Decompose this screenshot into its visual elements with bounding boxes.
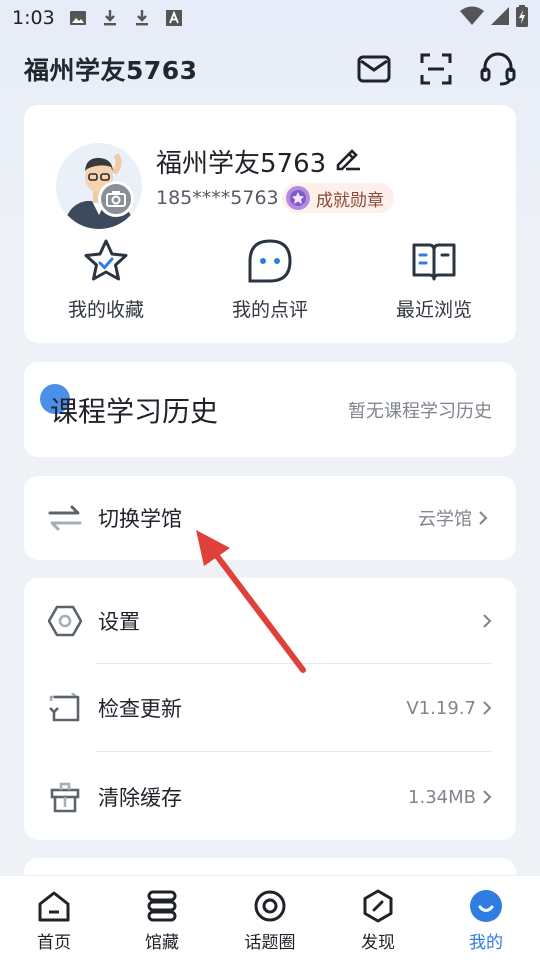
- chevron-right-icon: [483, 790, 492, 804]
- nav-topic-circle[interactable]: 话题圈: [216, 876, 324, 960]
- headset-icon: [480, 52, 516, 86]
- nav-home[interactable]: 首页: [0, 876, 108, 960]
- status-bar: 1:03: [0, 0, 540, 36]
- profile-name-row: 福州学友5763: [156, 143, 362, 180]
- edit-name-button[interactable]: [334, 144, 362, 179]
- camera-icon: [106, 191, 126, 207]
- nav-collection[interactable]: 馆藏: [108, 876, 216, 960]
- switch-library-value: 云学馆: [418, 505, 488, 531]
- settings-row[interactable]: 设置: [48, 578, 492, 664]
- course-history-title: 课程学习历史: [50, 394, 219, 428]
- switch-library-row[interactable]: 切换学馆 云学馆: [24, 476, 516, 560]
- my-reviews-button[interactable]: 我的点评: [200, 237, 340, 322]
- profile-card: 福州学友5763 185****5763 成就勋章 我的收藏 我的点评 最近浏览: [24, 105, 516, 343]
- divider: [96, 663, 492, 664]
- settings-label: 设置: [98, 610, 140, 634]
- image-notification-icon: [69, 9, 87, 27]
- badge-label: 成就勋章: [316, 190, 384, 211]
- chevron-right-icon: [479, 511, 488, 525]
- switch-library-label: 切换学馆: [98, 507, 182, 531]
- status-right-icons: [460, 4, 528, 32]
- version-text: V1.19.7: [406, 697, 476, 719]
- mail-icon: [357, 55, 391, 83]
- quick-actions: 我的收藏 我的点评 最近浏览: [24, 237, 516, 322]
- current-library: 云学馆: [418, 509, 472, 530]
- topic-circle-icon: [252, 888, 288, 924]
- check-update-row[interactable]: 检查更新 V1.19.7: [48, 665, 492, 751]
- profile-name: 福州学友5763: [156, 149, 327, 179]
- course-history-card[interactable]: 课程学习历史 暂无课程学习历史: [24, 362, 516, 457]
- course-history-empty: 暂无课程学习历史: [348, 400, 492, 422]
- header-title: 福州学友5763: [24, 56, 198, 85]
- my-favorites-button[interactable]: 我的收藏: [36, 237, 176, 322]
- chevron-right-icon: [483, 701, 492, 715]
- book-icon: [412, 243, 456, 281]
- clear-cache-value: 1.34MB: [408, 787, 492, 808]
- chevron-right-icon: [483, 614, 492, 628]
- customer-service-button[interactable]: [480, 51, 516, 87]
- app-header: 福州学友5763: [0, 44, 540, 94]
- nav-label: 馆藏: [145, 933, 179, 953]
- nav-label: 首页: [37, 933, 71, 953]
- profile-icon: [468, 888, 504, 924]
- update-icon: [48, 691, 82, 725]
- divider: [96, 751, 492, 752]
- font-notification-icon: [165, 9, 183, 27]
- check-update-value: V1.19.7: [406, 698, 492, 719]
- nav-label: 我的: [469, 933, 503, 953]
- achievement-badge-button[interactable]: 成就勋章: [282, 183, 394, 213]
- wifi-icon: [460, 6, 484, 31]
- recent-browse-button[interactable]: 最近浏览: [364, 237, 504, 322]
- comment-icon: [248, 239, 292, 283]
- nav-profile[interactable]: 我的: [432, 876, 540, 960]
- profile-phone: 185****5763: [156, 187, 279, 209]
- settings-card: 设置 检查更新 V1.19.7 清除缓存 1.34MB: [24, 578, 516, 840]
- home-icon: [36, 888, 72, 924]
- download-notification-icon: [133, 9, 151, 27]
- clear-cache-label: 清除缓存: [98, 786, 182, 810]
- hexagon-settings-icon: [48, 604, 82, 638]
- nav-label: 发现: [361, 933, 395, 953]
- star-icon: [84, 239, 128, 281]
- clear-cache-row[interactable]: 清除缓存 1.34MB: [48, 754, 492, 840]
- status-time: 1:03: [12, 7, 55, 29]
- collection-icon: [144, 888, 180, 924]
- medal-icon: [286, 186, 310, 210]
- avatar-camera-button[interactable]: [98, 181, 134, 217]
- trash-icon: [48, 780, 82, 814]
- check-update-label: 检查更新: [98, 697, 182, 721]
- discover-icon: [360, 888, 396, 924]
- nav-discover[interactable]: 发现: [324, 876, 432, 960]
- cache-size-text: 1.34MB: [408, 786, 476, 808]
- nav-label: 话题圈: [244, 933, 296, 953]
- pencil-icon: [336, 149, 361, 171]
- signal-icon: [490, 6, 510, 31]
- quick-action-label: 最近浏览: [395, 299, 472, 321]
- message-button[interactable]: [356, 51, 392, 87]
- quick-action-label: 我的收藏: [67, 299, 144, 321]
- scan-button[interactable]: [418, 51, 454, 87]
- battery-icon: [516, 4, 528, 32]
- settings-value: [476, 613, 492, 629]
- quick-action-label: 我的点评: [231, 299, 308, 321]
- scan-icon: [420, 53, 452, 85]
- switch-arrows-icon: [48, 501, 82, 535]
- bottom-nav: 首页 馆藏 话题圈 发现 我的: [0, 875, 540, 960]
- download-notification-icon: [101, 9, 119, 27]
- header-actions: [356, 51, 516, 87]
